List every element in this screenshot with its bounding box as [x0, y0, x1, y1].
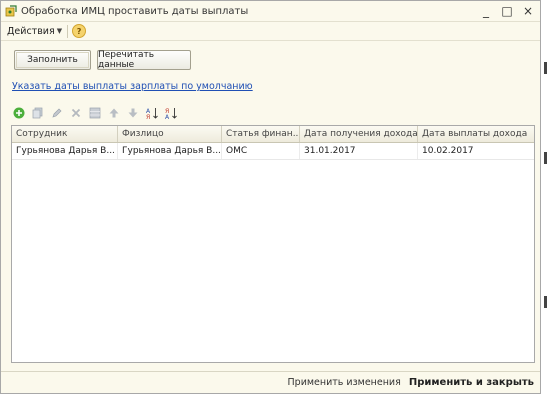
svg-text:А: А	[165, 114, 170, 119]
help-button[interactable]: ?	[72, 24, 87, 38]
column-header-funding-item[interactable]: Статья финан...	[222, 126, 300, 142]
title-bar[interactable]: Обработка ИМЦ проставить даты выплаты _ …	[1, 1, 540, 21]
sort-asc-icon[interactable]: АЯ	[145, 107, 158, 120]
menu-divider	[67, 24, 69, 38]
processing-icon	[5, 5, 17, 17]
actions-menu[interactable]: Действия ▼	[7, 26, 62, 37]
cell-income-date[interactable]: 31.01.2017	[300, 143, 418, 159]
chevron-down-icon: ▼	[56, 27, 63, 35]
apply-and-close-button[interactable]: Применить и закрыть	[409, 377, 534, 388]
close-button[interactable]: ×	[522, 3, 534, 19]
payments-table[interactable]: Сотрудник Физлицо Статья финан... Дата п…	[11, 125, 535, 363]
sort-desc-icon[interactable]: ЯА	[164, 107, 177, 120]
cell-employee[interactable]: Гурьянова Дарья В...	[12, 143, 118, 159]
minimize-button[interactable]: _	[480, 3, 492, 19]
table-toolbar: АЯ ЯА	[12, 105, 177, 121]
maximize-button[interactable]: □	[501, 3, 513, 19]
cell-payment-date[interactable]: 10.02.2017	[418, 143, 534, 159]
svg-text:Я: Я	[146, 114, 150, 119]
window-title: Обработка ИМЦ проставить даты выплаты	[21, 5, 249, 17]
set-default-dates-link[interactable]: Указать даты выплаты зарплаты по умолчан…	[12, 81, 253, 92]
cell-funding-item[interactable]: ОМС	[222, 143, 300, 159]
processing-window: Обработка ИМЦ проставить даты выплаты _ …	[0, 0, 541, 394]
edit-icon[interactable]	[50, 107, 63, 120]
table-icon[interactable]	[88, 107, 101, 120]
cell-person[interactable]: Гурьянова Дарья В...	[118, 143, 222, 159]
move-down-icon[interactable]	[126, 107, 139, 120]
table-row[interactable]: Гурьянова Дарья В... Гурьянова Дарья В..…	[12, 143, 534, 160]
delete-icon[interactable]	[69, 107, 82, 120]
fill-button[interactable]: Заполнить	[14, 50, 91, 70]
menu-bar: Действия ▼ ?	[1, 21, 540, 41]
column-header-employee[interactable]: Сотрудник	[12, 126, 118, 142]
column-header-income-date[interactable]: Дата получения дохода	[300, 126, 418, 142]
add-icon[interactable]	[12, 107, 25, 120]
apply-changes-button[interactable]: Применить изменения	[288, 377, 401, 388]
column-header-payment-date[interactable]: Дата выплаты дохода	[418, 126, 534, 142]
actions-menu-label: Действия	[7, 25, 55, 37]
column-header-person[interactable]: Физлицо	[118, 126, 222, 142]
help-icon: ?	[76, 26, 82, 36]
background-window-edge	[542, 0, 547, 394]
form-footer: Применить изменения Применить и закрыть	[1, 371, 540, 393]
copy-icon[interactable]	[31, 107, 44, 120]
table-header: Сотрудник Физлицо Статья финан... Дата п…	[12, 126, 534, 143]
reread-data-button[interactable]: Перечитать данные	[97, 50, 191, 70]
move-up-icon[interactable]	[107, 107, 120, 120]
